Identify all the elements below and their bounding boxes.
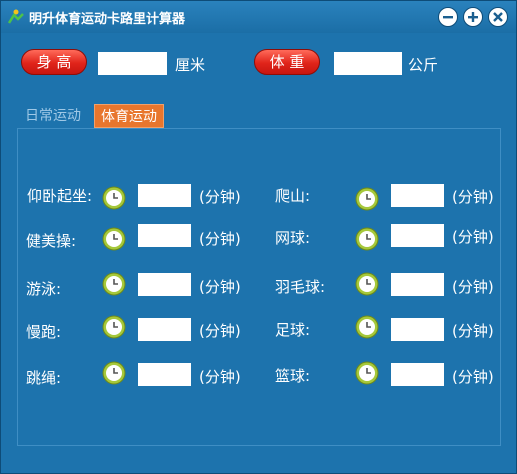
sport-label-swimming: 游泳: (26, 280, 62, 298)
height-input[interactable] (98, 52, 167, 75)
sport-label-badminton: 羽毛球: (275, 278, 326, 296)
sport-input-basketball[interactable] (391, 363, 444, 386)
minus-icon (443, 16, 453, 19)
tab-sports[interactable]: 体育运动 (94, 104, 164, 128)
clock-icon[interactable] (355, 315, 379, 339)
sport-input-tennis[interactable] (391, 224, 444, 247)
minutes-unit: (分钟) (452, 278, 494, 296)
weight-input[interactable] (334, 52, 402, 75)
sport-input-situps[interactable] (138, 184, 191, 207)
maximize-button[interactable] (463, 7, 483, 27)
height-button[interactable]: 身 高 (21, 49, 87, 75)
sport-input-swimming[interactable] (138, 273, 191, 296)
clock-icon[interactable] (355, 272, 379, 296)
plus-icon (468, 12, 478, 22)
clock-icon[interactable] (102, 227, 126, 251)
sport-input-aerobics[interactable] (138, 224, 191, 247)
clock-icon[interactable] (355, 361, 379, 385)
sport-input-jumprope[interactable] (138, 363, 191, 386)
app-logo-icon (7, 9, 24, 24)
title-bar[interactable]: 明升体育运动卡路里计算器 (1, 1, 516, 33)
minutes-unit: (分钟) (452, 228, 494, 246)
minutes-unit: (分钟) (199, 188, 241, 206)
sport-input-jogging[interactable] (138, 318, 191, 341)
sport-label-jumprope: 跳绳: (26, 369, 62, 387)
sport-label-football: 足球: (275, 321, 311, 339)
clock-icon[interactable] (102, 186, 126, 210)
close-button[interactable] (488, 7, 508, 27)
tab-daily-exercise[interactable]: 日常运动 (19, 104, 87, 128)
sport-label-aerobics: 健美操: (26, 232, 77, 250)
sport-label-jogging: 慢跑: (26, 323, 62, 341)
sport-label-hiking: 爬山: (275, 187, 311, 205)
clock-icon[interactable] (355, 227, 379, 251)
minutes-unit: (分钟) (452, 368, 494, 386)
sport-input-football[interactable] (391, 318, 444, 341)
minutes-unit: (分钟) (199, 368, 241, 386)
clock-icon[interactable] (102, 361, 126, 385)
app-window: 明升体育运动卡路里计算器 身 高 厘米 体 重 公斤 日常运动 体育运动 仰卧起… (0, 0, 517, 474)
clock-icon[interactable] (355, 187, 379, 211)
clock-icon[interactable] (102, 272, 126, 296)
minutes-unit: (分钟) (199, 322, 241, 340)
minutes-unit: (分钟) (199, 230, 241, 248)
minutes-unit: (分钟) (452, 322, 494, 340)
sport-label-situps: 仰卧起坐: (27, 187, 93, 205)
window-title: 明升体育运动卡路里计算器 (29, 12, 186, 27)
clock-icon[interactable] (102, 315, 126, 339)
weight-button[interactable]: 体 重 (254, 49, 320, 75)
minutes-unit: (分钟) (452, 188, 494, 206)
sport-input-badminton[interactable] (391, 273, 444, 296)
close-icon (493, 12, 503, 22)
sport-input-hiking[interactable] (391, 184, 444, 207)
minutes-unit: (分钟) (199, 278, 241, 296)
sport-label-basketball: 篮球: (275, 367, 311, 385)
minimize-button[interactable] (438, 7, 458, 27)
height-unit: 厘米 (175, 56, 206, 74)
sport-label-tennis: 网球: (275, 229, 311, 247)
weight-unit: 公斤 (408, 56, 439, 74)
